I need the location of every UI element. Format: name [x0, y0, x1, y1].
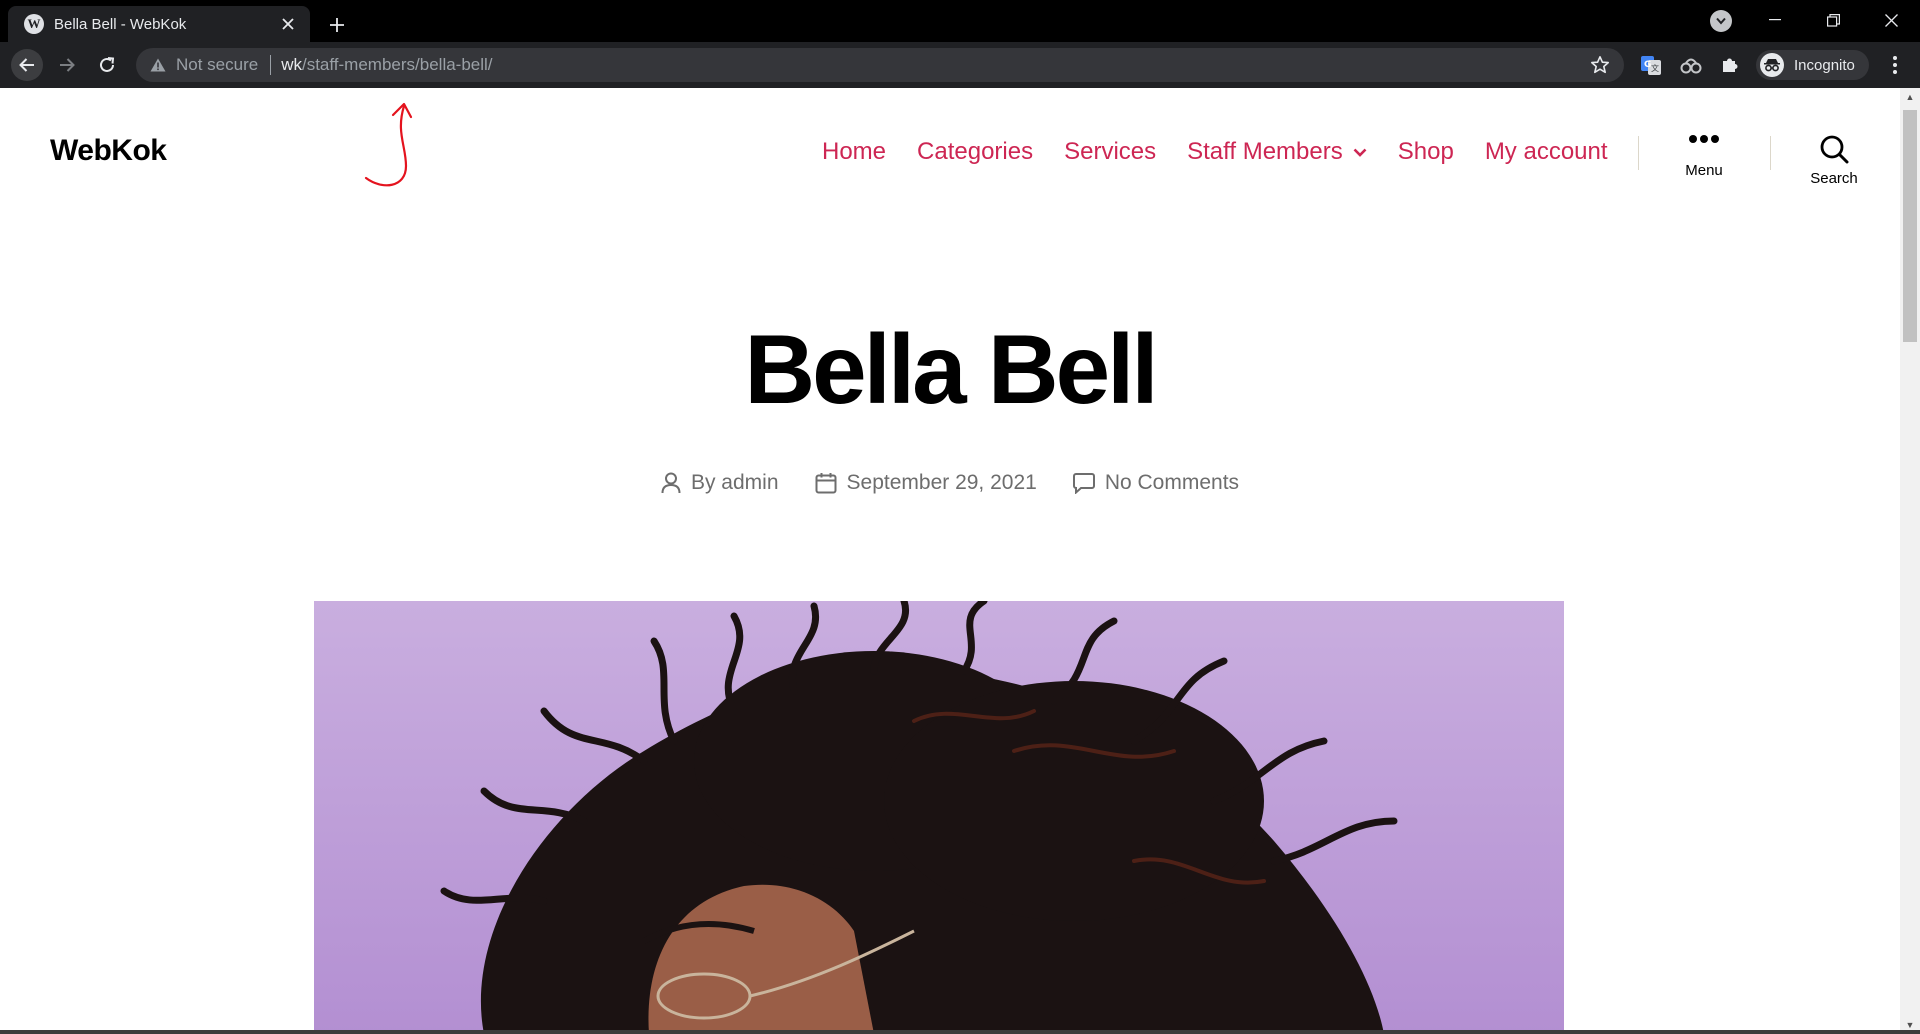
svg-text:文: 文 — [1651, 63, 1659, 73]
site-info-button[interactable]: Not secure — [150, 55, 258, 75]
site-title[interactable]: WebKok — [50, 134, 167, 168]
scroll-up-icon[interactable]: ▲ — [1905, 92, 1915, 102]
new-tab-icon[interactable] — [322, 10, 352, 40]
puzzle-extensions-icon[interactable] — [1717, 52, 1743, 78]
menu-toggle-button[interactable]: Menu — [1664, 134, 1744, 179]
search-toggle-label: Search — [1810, 170, 1858, 187]
url-text[interactable]: wk/staff-members/bella-bell/ — [281, 55, 492, 75]
post-author-link[interactable]: By admin — [691, 471, 779, 495]
featured-photo — [314, 601, 1564, 1034]
incognito-icon — [1760, 53, 1784, 77]
comment-icon — [1072, 473, 1095, 494]
back-icon[interactable] — [11, 49, 43, 81]
incognito-profile-button[interactable]: Incognito — [1756, 50, 1869, 80]
taskbar-edge — [0, 1030, 1920, 1034]
page-scrollbar[interactable]: ▲ ▼ — [1900, 88, 1920, 1034]
translate-extension-icon[interactable]: G文 — [1638, 52, 1664, 78]
post-meta: By admin September 29, 2021 No Comments — [0, 471, 1900, 495]
chevron-down-icon[interactable] — [1353, 148, 1367, 157]
security-label: Not secure — [176, 55, 259, 74]
nav-item-shop[interactable]: Shop — [1398, 138, 1454, 166]
scroll-thumb[interactable] — [1903, 110, 1917, 342]
scroll-down-icon[interactable]: ▼ — [1905, 1020, 1915, 1030]
post-date-link[interactable]: September 29, 2021 — [847, 471, 1037, 495]
omnibox-divider — [270, 55, 272, 75]
nav-item-services[interactable]: Services — [1064, 138, 1156, 166]
close-window-icon[interactable] — [1862, 0, 1920, 40]
search-toggle-button[interactable]: Search — [1794, 134, 1874, 187]
menu-toggle-label: Menu — [1685, 162, 1723, 179]
tab-title: Bella Bell - WebKok — [54, 15, 187, 33]
restore-icon[interactable] — [1804, 0, 1862, 40]
address-bar[interactable]: Not secure wk/staff-members/bella-bell/ — [136, 48, 1624, 82]
wordpress-icon: W — [24, 14, 44, 34]
minimize-icon[interactable] — [1746, 0, 1804, 40]
calendar-icon — [815, 473, 837, 494]
profile-label: Incognito — [1794, 56, 1855, 74]
web-page: WebKok Home Categories Services Staff Me… — [0, 88, 1900, 1034]
browser-menu-icon[interactable] — [1882, 52, 1908, 78]
post-title: Bella Bell — [744, 314, 1158, 424]
forward-icon[interactable] — [51, 49, 83, 81]
post-author: By admin — [661, 471, 779, 495]
more-dots-icon — [1689, 135, 1719, 143]
post-comments: No Comments — [1072, 471, 1239, 495]
featured-image — [314, 601, 1564, 1034]
extension-icon[interactable] — [1678, 52, 1704, 78]
header-divider — [1770, 136, 1771, 170]
user-icon — [661, 472, 681, 494]
nav-item-categories[interactable]: Categories — [917, 138, 1033, 166]
nav-item-staff-members-label: Staff Members — [1187, 138, 1343, 165]
nav-item-home[interactable]: Home — [822, 138, 886, 166]
browser-titlebar: W Bella Bell - WebKok — [0, 0, 1920, 42]
post-comments-link[interactable]: No Comments — [1105, 471, 1239, 495]
bookmark-star-icon[interactable] — [1590, 55, 1610, 75]
browser-tab[interactable]: W Bella Bell - WebKok — [8, 6, 310, 42]
header-divider — [1638, 136, 1639, 170]
warning-icon — [150, 58, 166, 72]
nav-item-my-account[interactable]: My account — [1485, 138, 1608, 166]
primary-nav: Home Categories Services Staff Members S… — [822, 138, 1639, 166]
nav-item-staff-members[interactable]: Staff Members — [1187, 138, 1367, 166]
tab-search-icon[interactable] — [1710, 10, 1732, 32]
search-icon — [1820, 135, 1849, 164]
close-tab-icon[interactable] — [278, 14, 298, 34]
url-path: /staff-members/bella-bell/ — [301, 55, 493, 74]
reload-icon[interactable] — [91, 49, 123, 81]
url-host: wk — [281, 55, 302, 74]
browser-toolbar: Not secure wk/staff-members/bella-bell/ … — [0, 42, 1920, 88]
annotation-arrow — [364, 102, 413, 187]
post-date: September 29, 2021 — [815, 471, 1037, 495]
